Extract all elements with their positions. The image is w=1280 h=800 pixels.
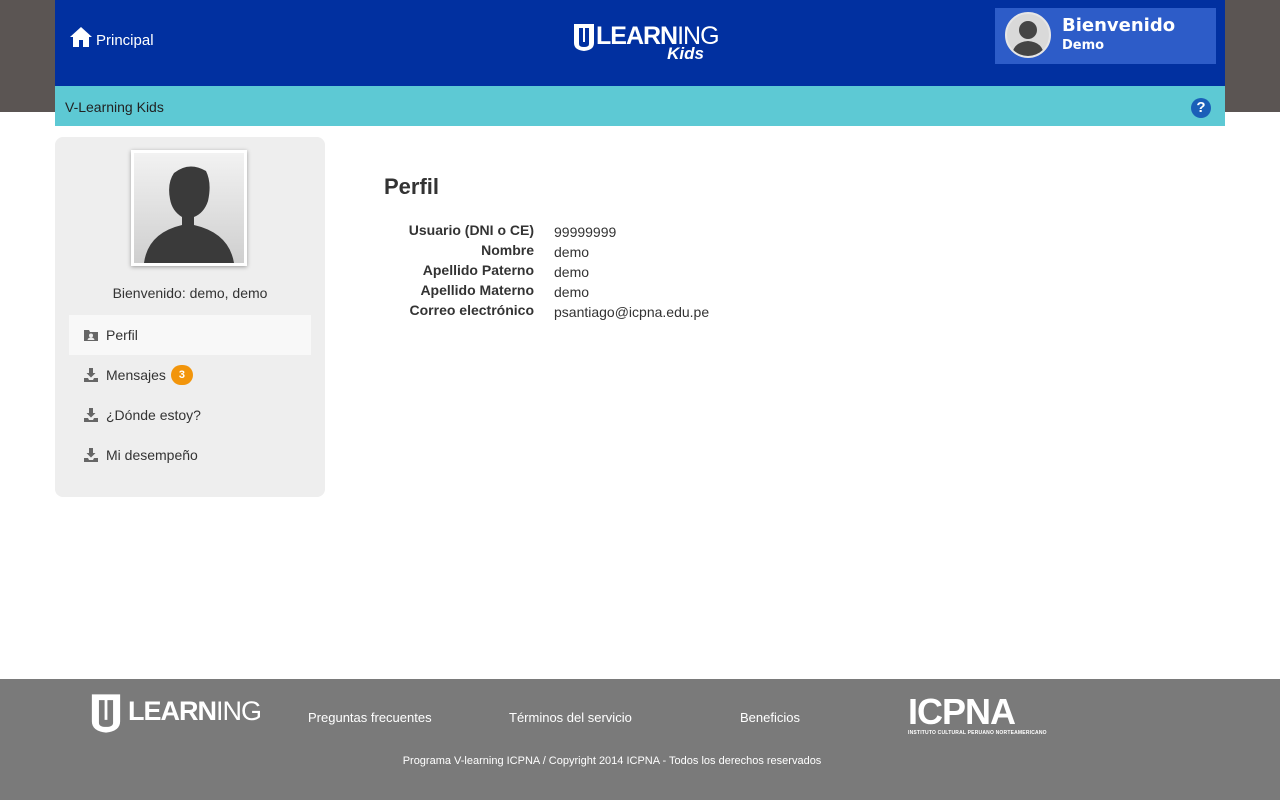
icpna-logo-text: ICPNA [908,691,1016,732]
sidebar: Bienvenido: demo, demo Perfil Mensajes 3… [55,137,325,497]
person-silhouette-icon [144,166,234,263]
sidebar-item-perfil[interactable]: Perfil [69,315,311,355]
home-label: Principal [96,32,154,49]
home-icon [70,26,92,47]
user-menu[interactable]: Bienvenido Demo [995,8,1216,64]
profile-content: Perfil Usuario (DNI o CE) 99999999 Nombr… [384,174,709,320]
field-label: Apellido Paterno [422,262,534,278]
sidebar-item-label: Mensajes [106,367,166,383]
user-avatar [1005,12,1051,58]
course-title: V-Learning Kids [65,99,164,115]
profile-photo [131,150,247,266]
field-value: psantiago@icpna.edu.pe [554,304,710,320]
vlearning-kids-logo: LEARNING Kids [573,22,720,66]
profile-row-correo: Correo electrónico psantiago@icpna.edu.p… [384,302,710,322]
profile-row-apellido-paterno: Apellido Paterno demo [384,262,709,282]
sub-header-bar: V-Learning Kids ? [55,86,1225,126]
sidebar-item-mi-desempeno[interactable]: Mi desempeño [69,435,311,475]
field-label: Nombre [481,242,534,258]
footer: LEARNING Preguntas frecuentes Términos d… [0,679,1280,800]
field-value: demo [554,284,590,300]
field-label: Correo electrónico [409,302,534,318]
profile-folder-icon [84,330,98,341]
inbox-icon [84,448,98,462]
icpna-logo: ICPNA INSTITUTO CULTURAL PERUANO NORTEAM… [908,691,1047,737]
profile-details: Usuario (DNI o CE) 99999999 Nombre demo … [384,222,709,322]
field-label: Usuario (DNI o CE) [408,222,534,238]
field-value: demo [554,244,590,260]
help-icon[interactable]: ? [1191,98,1211,118]
sidebar-item-label: ¿Dónde estoy? [106,407,201,423]
footer-link-faq[interactable]: Preguntas frecuentes [308,710,432,725]
profile-row-apellido-materno: Apellido Materno demo [384,282,709,302]
profile-row-nombre: Nombre demo [384,242,709,262]
copyright-text: Programa V-learning ICPNA / Copyright 20… [402,755,822,767]
footer-link-terms[interactable]: Términos del servicio [509,710,632,725]
v-shield-icon [91,694,121,733]
field-value: 99999999 [554,224,617,240]
page-title: Perfil [384,174,440,199]
sidebar-item-mensajes[interactable]: Mensajes 3 [69,355,311,395]
footer-link-benefits[interactable]: Beneficios [740,710,800,725]
home-link[interactable]: Principal [69,24,154,49]
logo-kids: Kids [667,44,704,63]
person-silhouette-icon [1012,21,1044,56]
inbox-icon [84,368,98,382]
sidebar-item-label: Perfil [106,327,138,343]
footer-vlearning-logo: LEARNING [90,693,262,739]
footer-logo-text: LEARNING [128,696,262,726]
sidebar-menu: Perfil Mensajes 3 ¿Dónde estoy? Mi desem… [69,315,311,475]
icpna-logo-subtitle: INSTITUTO CULTURAL PERUANO NORTEAMERICAN… [908,730,1047,736]
user-welcome: Bienvenido [1062,15,1176,36]
field-label: Apellido Materno [420,282,534,298]
profile-row-usuario: Usuario (DNI o CE) 99999999 [384,222,709,242]
messages-count-badge: 3 [170,365,194,385]
sidebar-welcome: Bienvenido: demo, demo [112,285,268,301]
inbox-icon [84,408,98,422]
user-name: Demo [1062,38,1105,53]
header-bar: Principal LEARNING Kids Bienvenido Demo [55,0,1225,86]
sidebar-item-donde-estoy[interactable]: ¿Dónde estoy? [69,395,311,435]
sidebar-item-label: Mi desempeño [106,447,198,463]
v-shield-icon [574,24,594,51]
field-value: demo [554,264,590,280]
